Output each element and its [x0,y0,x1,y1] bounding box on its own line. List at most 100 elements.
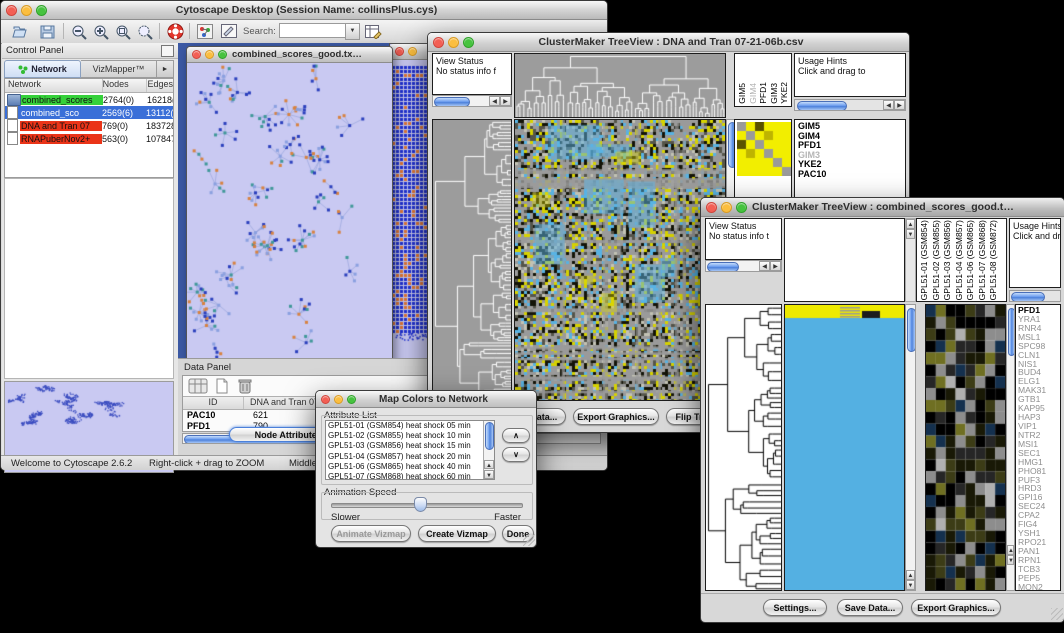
zoom-button[interactable] [36,5,47,16]
tv2-gene-label[interactable]: MON2 [1018,583,1060,591]
tv2-global-heatmap-canvas[interactable] [785,305,904,590]
tab-network[interactable]: Network [4,60,81,78]
col-nodes[interactable]: Nodes [103,79,148,92]
annotation-icon[interactable] [219,23,239,40]
tv2-status-hscrollbar[interactable]: ◀ ▶ [705,260,782,272]
tv2-column-label[interactable]: GPL51-06 (GSM865) [966,220,975,300]
attribute-item[interactable]: GPL51-06 (GSM865) heat shock 40 min [326,462,494,472]
zoom-out-icon[interactable] [69,23,89,40]
tv2-column-label[interactable]: GPL51-02 (GSM855) [932,220,941,300]
scroll-left-arrow[interactable]: ◀ [759,261,770,271]
help-lifebuoy-icon[interactable] [165,23,185,40]
zoom-in-icon[interactable] [91,23,111,40]
hscroll-thumb[interactable] [1011,292,1045,302]
close-button[interactable] [321,395,330,404]
attribute-item[interactable]: GPL51-02 (GSM855) heat shock 10 min [326,431,494,441]
minimize-button[interactable] [205,50,214,59]
search-dropdown-button[interactable]: ▼ [345,23,360,40]
attribute-item[interactable]: GPL51-01 (GSM854) heat shock 05 min [326,421,494,431]
save-data-button[interactable]: Save Data... [837,599,903,616]
tv1-column-label[interactable]: PFD1 [759,82,768,104]
attribute-item[interactable]: GPL51-07 (GSM868) heat shock 60 min [326,472,494,480]
close-button[interactable] [706,202,717,213]
tv1-hints-hscrollbar[interactable]: ◀ ▶ [794,99,906,111]
dialog-title-bar[interactable]: Map Colors to Network [316,391,536,408]
tv2-hints-hscrollbar[interactable] [1009,290,1061,302]
scroll-down-arrow[interactable]: ▼ [484,470,494,479]
scroll-down-arrow[interactable]: ▼ [906,229,915,239]
tv1-column-dendrogram-canvas[interactable] [515,54,725,117]
close-button[interactable] [395,47,404,56]
scroll-up-arrow[interactable]: ▲ [484,460,494,469]
scroll-up-arrow[interactable]: ▲ [906,219,915,229]
tv2-column-label[interactable]: GPL51-03 (GSM856) [943,220,952,300]
scroll-up-arrow[interactable]: ▲ [1007,545,1014,555]
export-graphics-button[interactable]: Export Graphics... [573,408,659,425]
export-graphics-button[interactable]: Export Graphics... [911,599,1001,616]
col-edges[interactable]: Edges [147,79,173,92]
network-canvas[interactable] [187,63,390,365]
vscroll-thumb[interactable] [1008,308,1015,356]
network-overview-icon[interactable] [195,23,215,40]
resize-grip[interactable] [1051,608,1063,620]
tv1-row-dendrogram-canvas[interactable] [433,120,511,400]
col-network[interactable]: Network [5,79,103,92]
tv1-column-label[interactable]: PAC10 [791,78,793,104]
scroll-left-arrow[interactable]: ◀ [883,100,894,110]
close-button[interactable] [192,50,201,59]
create-vizmap-button[interactable]: Create Vizmap [418,525,496,542]
save-session-icon[interactable] [37,23,57,40]
resize-grip[interactable] [523,534,535,546]
treeview1-title-bar[interactable]: ClusterMaker TreeView : DNA and Tran 07-… [428,33,909,52]
scroll-right-arrow[interactable]: ▶ [500,96,511,106]
zoom-button[interactable] [736,202,747,213]
minimize-button[interactable] [334,395,343,404]
tab-overflow-button[interactable]: ► [157,60,174,78]
scroll-up-arrow[interactable]: ▲ [906,570,915,580]
tab-vizmapper[interactable]: VizMapper™ [81,60,157,78]
minimize-button[interactable] [21,5,32,16]
col-id[interactable]: ID [183,397,244,409]
move-down-button[interactable]: ∨ [502,447,530,462]
tv1-column-label[interactable]: YKE2 [780,82,789,104]
tv2-vscrollbar[interactable]: ▲ ▼ [905,304,916,591]
zoom-button[interactable] [463,37,474,48]
tv1-heatmap-canvas[interactable] [515,120,725,400]
zoom-fit-icon[interactable] [113,23,133,40]
attribute-item[interactable]: GPL51-04 (GSM857) heat shock 20 min [326,452,494,462]
animate-vizmap-button[interactable]: Animate Vizmap [331,525,411,542]
tv1-zoom-submatrix-canvas[interactable] [737,122,791,176]
network-table-row[interactable]: combined_scores 2764(0) 16218(0) [5,93,173,106]
tv2-zoom-heatmap-canvas[interactable] [926,305,1005,590]
zoom-selected-icon[interactable] [135,23,155,40]
speed-slider-thumb[interactable] [414,497,427,512]
vscroll-thumb[interactable] [485,422,494,450]
minimize-button[interactable] [408,47,417,56]
attribute-item[interactable]: GPL51-03 (GSM856) heat shock 15 min [326,441,494,451]
main-title-bar[interactable]: Cytoscape Desktop (Session Name: collins… [1,1,607,20]
network-table-row[interactable]: DNA and Tran 07 769(0) 183728(0) [5,119,173,132]
network-table-row[interactable]: RNAPuberNov2+ 563(0) 107847(0) [5,132,173,145]
hscroll-thumb[interactable] [707,262,739,272]
open-session-icon[interactable] [11,23,31,40]
table-edit-icon[interactable] [363,23,383,40]
zoom-button[interactable] [347,395,356,404]
vscroll-thumb[interactable] [907,308,916,352]
hscroll-thumb[interactable] [797,101,847,111]
scroll-left-arrow[interactable]: ◀ [489,96,500,106]
tv2-column-label[interactable]: GPL51-04 (GSM857) [955,220,964,300]
close-button[interactable] [6,5,17,16]
close-button[interactable] [433,37,444,48]
scroll-down-arrow[interactable]: ▼ [1007,555,1014,565]
search-input[interactable] [279,23,347,38]
scroll-right-arrow[interactable]: ▶ [894,100,905,110]
tv2-column-label[interactable]: GPL51-08 (GSM872) [989,220,998,300]
tv2-column-label[interactable]: GPL51-01 (GSM854) [920,220,929,300]
tv1-column-label[interactable]: GIM5 [738,83,747,104]
scroll-down-arrow[interactable]: ▼ [906,580,915,590]
speed-slider-track[interactable] [331,503,523,508]
tv2-zoom-vscrollbar[interactable]: ▲ ▼ [1006,304,1015,591]
tv1-column-label[interactable]: GIM3 [770,83,779,104]
tv2-column-label[interactable]: GPL51-07 (GSM868) [978,220,987,300]
settings-button[interactable]: Settings... [763,599,827,616]
